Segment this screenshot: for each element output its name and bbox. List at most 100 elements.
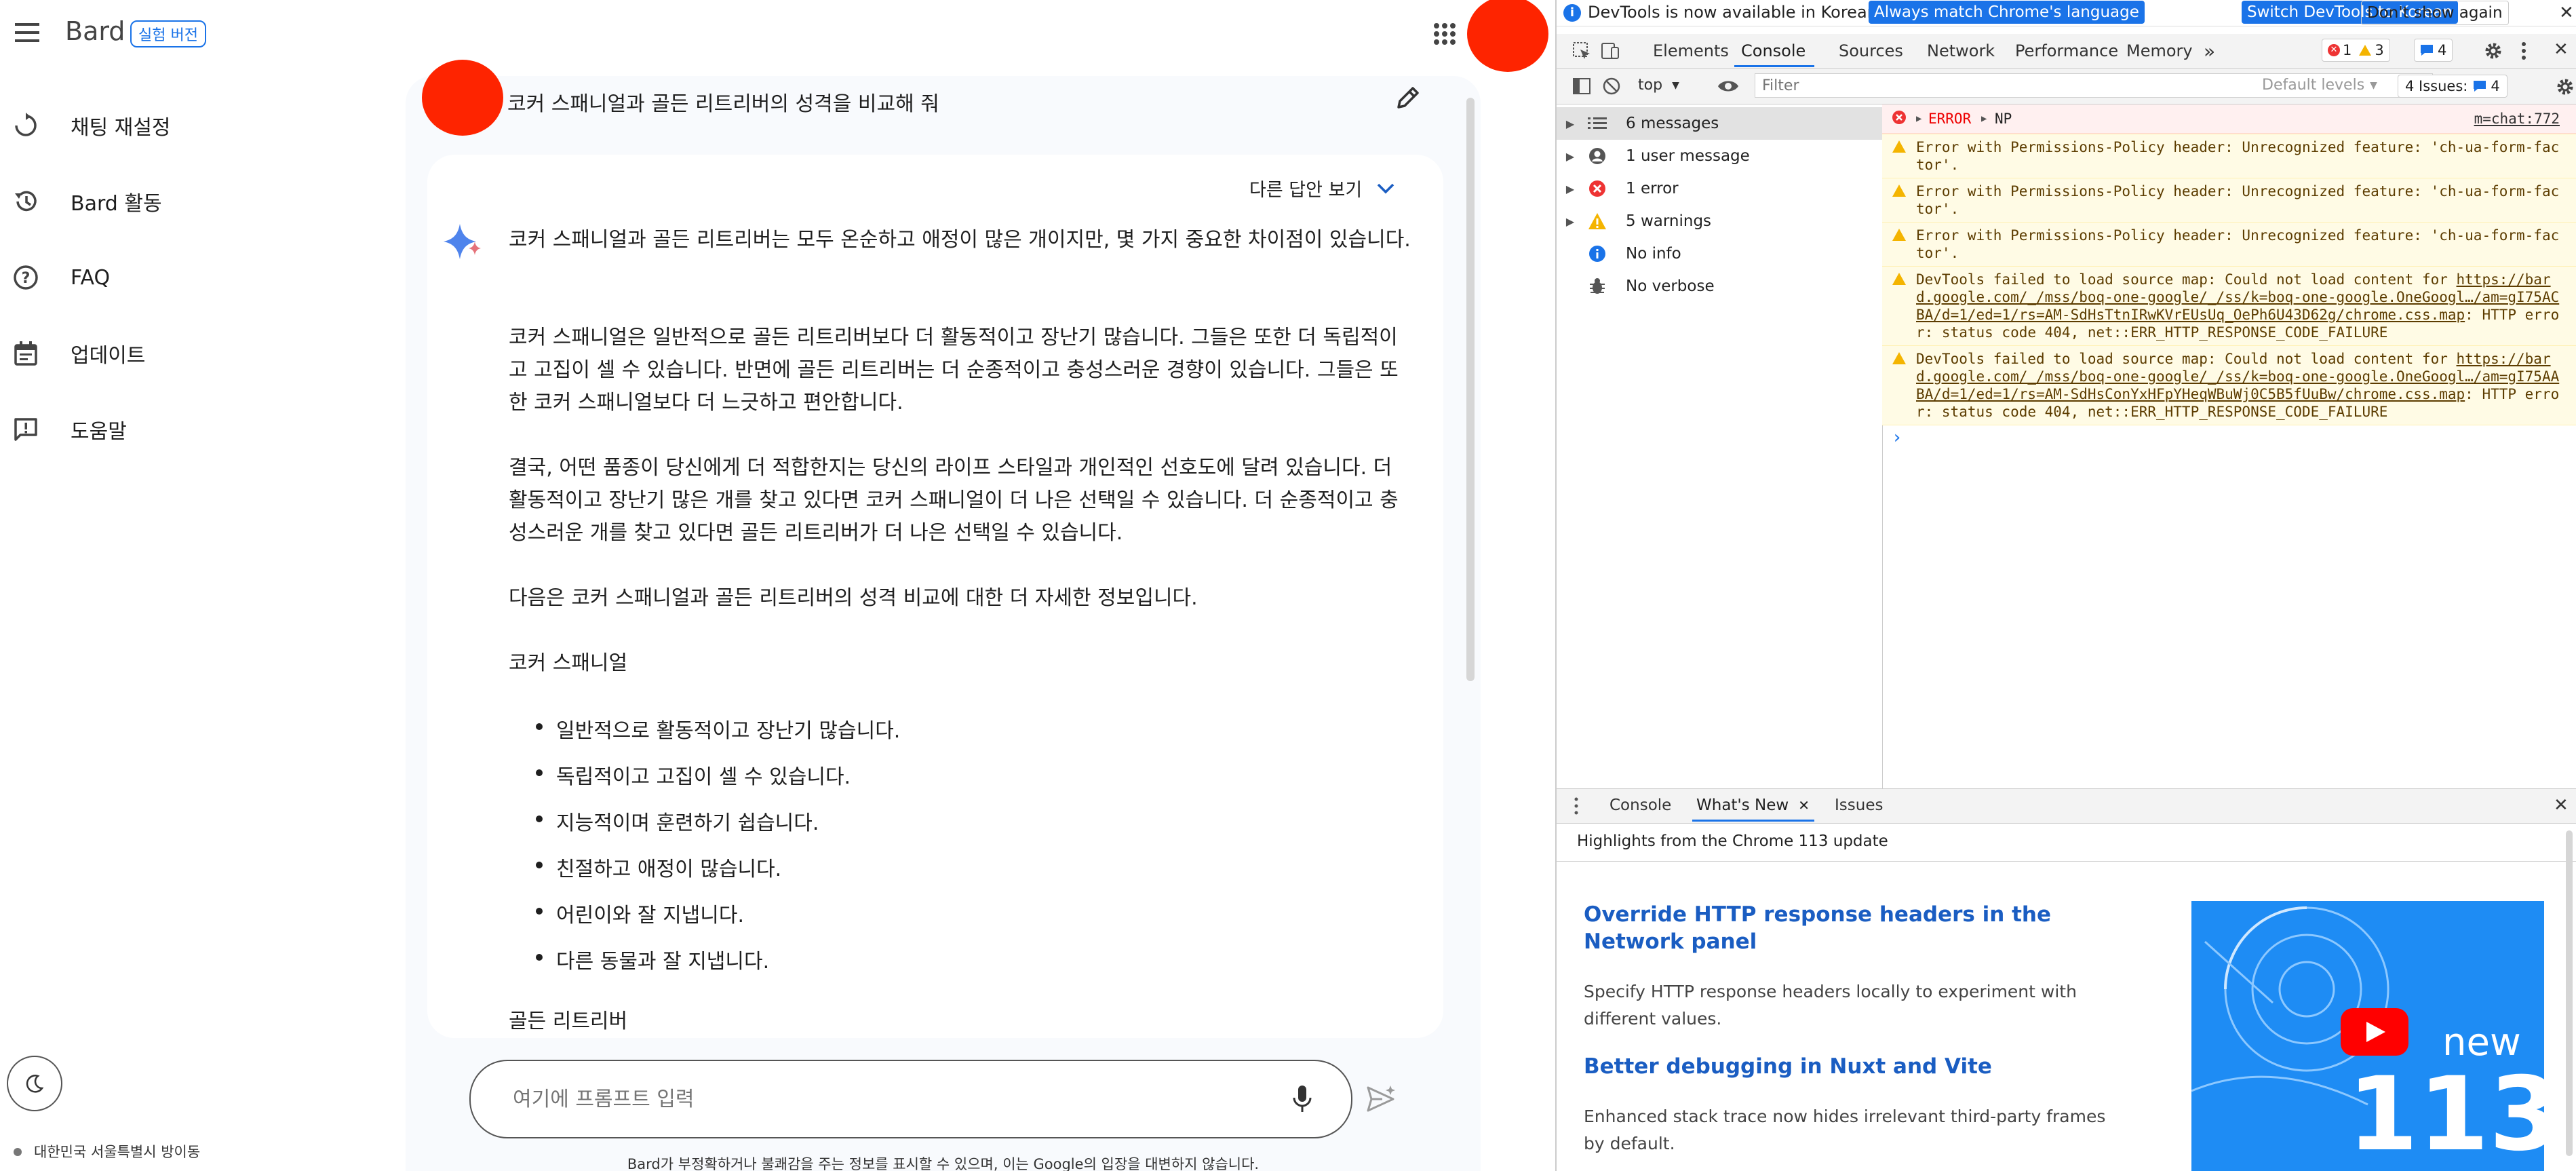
- drawer-tab-whats-new[interactable]: What's New ✕: [1696, 796, 1810, 814]
- close-drawer-icon[interactable]: ✕: [2554, 795, 2569, 815]
- more-tabs-button[interactable]: »: [2204, 35, 2215, 66]
- drawer-scrollbar[interactable]: [2566, 830, 2573, 1156]
- console-settings-gear-icon[interactable]: [2555, 77, 2575, 97]
- reset-icon: [9, 109, 42, 142]
- send-icon[interactable]: [1366, 1084, 1397, 1114]
- settings-gear-icon[interactable]: [2483, 41, 2503, 61]
- close-tab-icon[interactable]: ✕: [1798, 797, 1810, 813]
- highlights-title: Highlights from the Chrome 113 update: [1577, 832, 1888, 850]
- issues-label: 4 Issues:: [2405, 78, 2468, 94]
- other-drafts-button[interactable]: 다른 답안 보기: [1249, 175, 1396, 201]
- live-expression-eye-icon[interactable]: [1717, 77, 1740, 95]
- list-icon: [1584, 113, 1611, 134]
- sidebar-toggle-icon[interactable]: [1572, 76, 1592, 96]
- sidebar-item-verbose[interactable]: No verbose: [1557, 270, 1882, 303]
- answer-paragraph-3: 결국, 어떤 품종이 당신에게 더 적합한지는 당신의 라이프 스타일과 개인적…: [509, 456, 1399, 545]
- issues-count: 4: [2491, 78, 2500, 94]
- tab-performance[interactable]: Performance: [2015, 35, 2118, 66]
- drawer-tab-issues[interactable]: Issues: [1835, 796, 1883, 814]
- account-avatar[interactable]: [1467, 0, 1548, 72]
- nav-label: FAQ: [71, 265, 111, 290]
- warning-text: Error with Permissions-Policy header: Un…: [1916, 183, 2560, 217]
- prompt-input-box[interactable]: [469, 1060, 1352, 1138]
- inspect-element-icon[interactable]: [1572, 41, 1592, 61]
- calendar-icon: [9, 337, 42, 370]
- console-warning-row[interactable]: DevTools failed to load source map: Coul…: [1882, 345, 2576, 425]
- whats-new-article-1-title[interactable]: Override HTTP response headers in the Ne…: [1584, 901, 2126, 955]
- console-warning-row[interactable]: Error with Permissions-Policy header: Un…: [1882, 222, 2576, 267]
- console-warning-row[interactable]: DevTools failed to load source map: Coul…: [1882, 266, 2576, 346]
- log-levels-dropdown[interactable]: Default levels ▼: [2262, 77, 2377, 94]
- help-circle-icon: ?: [9, 261, 42, 294]
- whats-new-article-2-title[interactable]: Better debugging in Nuxt and Vite: [1584, 1053, 2126, 1080]
- feedback-icon: [9, 413, 42, 446]
- drawer-menu-icon[interactable]: [1573, 796, 1580, 815]
- tab-network[interactable]: Network: [1927, 35, 1995, 66]
- moon-icon: [24, 1073, 45, 1094]
- sidebar-item-info[interactable]: No info: [1557, 237, 1882, 270]
- bard-logo[interactable]: Bard: [65, 16, 125, 46]
- sidebar-item-errors[interactable]: ▶ 1 error: [1557, 172, 1882, 205]
- answer-paragraph-2: 코커 스패니얼은 일반적으로 골든 리트리버보다 더 활동적이고 장난기 많습니…: [509, 326, 1399, 415]
- expand-triangle-icon[interactable]: ▶: [1916, 110, 1921, 128]
- dont-show-again-button[interactable]: Don't show again: [2361, 1, 2509, 25]
- tab-sources[interactable]: Sources: [1839, 35, 1903, 66]
- tab-console[interactable]: Console: [1741, 35, 1806, 66]
- expand-triangle-icon[interactable]: ▶: [1981, 110, 1987, 128]
- close-icon[interactable]: ✕: [2559, 3, 2574, 23]
- error-count: 1: [2343, 42, 2352, 58]
- warning-icon: [1892, 184, 1907, 197]
- clear-console-icon[interactable]: [1601, 76, 1622, 96]
- answer-bullet: 다른 동물과 잘 지냅니다.: [535, 944, 769, 974]
- whats-new-video-thumbnail[interactable]: new 113: [2191, 901, 2544, 1171]
- source-link[interactable]: m=chat:772: [2474, 110, 2560, 128]
- kebab-menu-icon[interactable]: [2520, 41, 2528, 61]
- device-toolbar-icon[interactable]: [1600, 41, 1620, 61]
- nav-label: Bard 활동: [71, 192, 162, 216]
- answer-paragraph-4: 다음은 코커 스패니얼과 골든 리트리버의 성격 비교에 대한 더 자세한 정보…: [509, 586, 1198, 610]
- nav-label: 채팅 재설정: [71, 116, 171, 140]
- edit-pencil-icon[interactable]: [1394, 84, 1422, 111]
- prompt-input[interactable]: [511, 1081, 1233, 1117]
- nav-label: 도움말: [71, 420, 127, 444]
- sidebar-item-messages[interactable]: ▶ 6 messages: [1557, 107, 1882, 140]
- sidebar-item-user-messages[interactable]: ▶ 1 user message: [1557, 140, 1882, 172]
- nav-updates[interactable]: 업데이트: [9, 323, 145, 384]
- bard-sparkle-icon: [444, 220, 482, 261]
- experiment-badge: 실험 버전: [130, 20, 206, 47]
- tab-memory[interactable]: Memory: [2126, 35, 2193, 66]
- error-warning-counter[interactable]: ✕ 1 3: [2322, 39, 2390, 62]
- nav-faq[interactable]: ? FAQ: [9, 247, 110, 308]
- match-language-button[interactable]: Always match Chrome's language: [1869, 1, 2145, 24]
- nav-reset-chat[interactable]: 채팅 재설정: [9, 95, 171, 156]
- drawer-active-indicator: [1692, 820, 1814, 822]
- video-version-number: 113: [2347, 1056, 2544, 1171]
- info-icon: [1584, 243, 1611, 265]
- message-icon: [2473, 80, 2486, 92]
- close-devtools-icon[interactable]: ✕: [2554, 39, 2569, 60]
- menu-icon[interactable]: [12, 20, 42, 45]
- infobar-message: DevTools is now available in Korean!: [1588, 3, 1884, 22]
- console-prompt[interactable]: ›: [1892, 427, 1902, 448]
- chat-scrollbar[interactable]: [1466, 98, 1475, 681]
- youtube-play-icon[interactable]: [2341, 1008, 2408, 1056]
- nav-bard-activity[interactable]: Bard 활동: [9, 171, 162, 232]
- devtools-panel: i DevTools is now available in Korean! A…: [1555, 0, 2576, 1171]
- console-warning-row[interactable]: Error with Permissions-Policy header: Un…: [1882, 134, 2576, 178]
- apps-grid-icon[interactable]: [1432, 22, 1457, 46]
- message-counter[interactable]: 4: [2414, 39, 2453, 62]
- language-infobar: i DevTools is now available in Korean! A…: [1557, 0, 2576, 26]
- sidebar-item-label: 1 user message: [1626, 147, 1750, 165]
- issues-button[interactable]: 4 Issues: 4: [2398, 75, 2507, 98]
- warning-icon: [1892, 228, 1907, 242]
- sidebar-item-warnings[interactable]: ▶ 5 warnings: [1557, 205, 1882, 237]
- dark-mode-button[interactable]: [7, 1056, 62, 1111]
- context-selector[interactable]: top ▼: [1638, 77, 1679, 94]
- tab-elements[interactable]: Elements: [1653, 35, 1729, 66]
- microphone-icon[interactable]: [1291, 1084, 1313, 1114]
- nav-help[interactable]: 도움말: [9, 399, 127, 460]
- console-warning-row[interactable]: Error with Permissions-Policy header: Un…: [1882, 178, 2576, 223]
- answer-bullet: 친절하고 애정이 많습니다.: [535, 852, 781, 882]
- console-error-row[interactable]: ▶ ERROR ▶ NP m=chat:772: [1882, 104, 2576, 134]
- drawer-tab-console[interactable]: Console: [1609, 796, 1671, 814]
